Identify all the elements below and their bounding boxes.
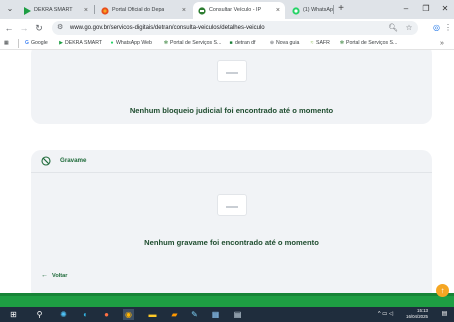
bloqueio-empty-message: Nenhum bloqueio judicial foi encontrado … [129,106,334,115]
tab-portal-oficial[interactable]: Portal Oficial do Depa × [96,2,191,19]
bookmark-google[interactable]: G Google [24,37,48,50]
bookmark-label: Nova guia [276,40,300,46]
arrow-left-icon: ← [41,272,48,279]
bookmarks-bar: ▦ G Google ▶ DEKRA SMART ● WhatsApp Web … [0,37,454,50]
gravame-section-title: Gravame [60,157,87,164]
bookmark-star-icon[interactable]: ☆ [404,23,414,33]
tab-consultar-veiculo[interactable]: Consultar Veículo - IP × [193,2,285,19]
close-icon[interactable]: × [276,2,280,19]
chrome-browser-icon[interactable]: ◉ [123,309,134,320]
bookmark-portal-servicos-1[interactable]: ✻ Portal de Serviços S... [163,37,221,50]
bookmark-label: Google [31,40,48,46]
bookmark-label: Portal de Serviços S... [170,40,222,46]
new-tab-button[interactable]: + [335,2,347,16]
veiculo-icon [198,7,206,15]
windows-start-icon[interactable]: ⊞ [8,309,19,320]
blocked-circle-icon [41,156,51,166]
network-icon[interactable]: ▭ [382,311,387,317]
address-bar[interactable]: ⚙ www.go.gov.br/servicos-digitais/detran… [52,21,418,35]
edge-browser-icon[interactable]: ◐ [80,309,91,320]
dekra-triangle-icon [24,7,31,15]
tab-label: Portal Oficial do Depa [112,7,165,13]
zoom-search-icon[interactable]: 🔍︎ [388,23,398,33]
reload-icon[interactable]: ↻ [33,22,45,34]
detran-df-icon: ■ [229,40,233,46]
tab-separator [94,5,95,14]
tab-whatsapp[interactable]: (1) WhatsApp [287,2,333,19]
safr-icon: ≈ [310,40,314,46]
app-icon[interactable]: ● [101,309,112,320]
bookmark-detran-df[interactable]: ■ detran df [228,37,255,50]
document-app-icon[interactable]: ▤ [232,309,243,320]
site-info-icon[interactable]: ⚙ [57,23,67,33]
windows-taskbar: ⊞ ⚲ ✺ ◐ ● ◉ ▬ ▰ ✎ ▦ ▤ ^ ▭ ◁ 15:13 16/04/… [0,307,454,322]
minimize-icon[interactable]: – [398,2,414,16]
bloqueio-judicial-card: Nenhum bloqueio judicial foi encontrado … [31,50,432,124]
bookmark-whatsapp-web[interactable]: ● WhatsApp Web [109,37,152,50]
volume-icon[interactable]: ◁ [389,311,393,317]
bookmark-separator [18,39,19,48]
tab-label: (1) WhatsApp [303,7,333,13]
tab-dekra-smart[interactable]: DEKRA SMART × [18,2,93,19]
back-arrow-icon[interactable]: ← [3,22,15,34]
globe-icon: ⊕ [269,40,275,46]
browser-tab-strip: ⌄ DEKRA SMART × Portal Oficial do Depa ×… [0,0,454,19]
empty-state-illustration [216,194,247,216]
voltar-link[interactable]: ← Voltar [41,271,67,281]
restore-icon[interactable]: ❐ [418,2,434,16]
notification-icon[interactable]: ▤ [440,310,449,319]
forward-arrow-icon[interactable]: → [18,22,30,34]
close-icon[interactable]: × [84,2,88,19]
portal-servicos-icon: ✻ [163,40,169,46]
detran-portal-icon [101,7,109,15]
bookmark-label: WhatsApp Web [116,40,152,46]
copilot-icon[interactable]: ✺ [58,309,69,320]
tab-label: DEKRA SMART [34,7,73,13]
bookmark-label: SAFR [316,40,330,46]
close-window-icon[interactable]: ✕ [437,2,453,16]
bookmark-safr[interactable]: ≈ SAFR [309,37,330,50]
voltar-label: Voltar [52,273,68,279]
office-app-icon[interactable]: ▰ [169,309,180,320]
close-icon[interactable]: × [182,2,186,19]
browser-toolbar: ← → ↻ ⚙ www.go.gov.br/servicos-digitais/… [0,19,454,37]
browser-menu-icon[interactable]: ⋮ [444,22,452,34]
bookmark-label: DEKRA SMART [65,40,103,46]
site-footer-band [0,293,454,307]
google-icon: G [25,40,29,46]
clock-date: 16/04/2025 [406,314,428,319]
search-icon[interactable]: ⚲ [34,309,45,320]
arrow-up-icon: ↑ [440,286,445,295]
gravame-card: Gravame Nenhum gravame foi encontrado at… [31,150,432,293]
bookmark-dekra-smart[interactable]: ▶ DEKRA SMART [58,37,102,50]
url-text[interactable]: www.go.gov.br/servicos-digitais/detran/c… [70,21,265,35]
calculator-icon[interactable]: ▦ [210,309,221,320]
taskbar-clock[interactable]: 15:13 16/04/2025 [404,308,428,320]
profile-icon[interactable]: ◎ [431,22,442,33]
page-content: Nenhum bloqueio judicial foi encontrado … [0,50,454,293]
dekra-triangle-icon: ▶ [59,40,63,46]
section-divider [31,172,432,173]
whatsapp-icon [292,7,300,15]
whatsapp-icon: ● [110,40,114,46]
scroll-to-top-button[interactable]: ↑ [436,284,449,297]
bookmark-label: Portal de Serviços S... [346,40,398,46]
tab-label: Consultar Veículo - IP [209,7,262,13]
system-tray[interactable]: ^ ▭ ◁ [378,310,393,319]
gravame-empty-message: Nenhum gravame foi encontrado até o mome… [144,238,319,247]
paint-icon[interactable]: ✎ [189,309,200,320]
file-explorer-icon[interactable]: ▬ [147,309,158,320]
portal-servicos-icon: ✻ [339,40,345,46]
bookmark-portal-servicos-2[interactable]: ✻ Portal de Serviços S... [339,37,397,50]
bookmarks-overflow-icon[interactable]: » [440,37,444,50]
tab-separator [333,5,334,14]
chevron-up-icon[interactable]: ^ [378,311,381,317]
apps-grid-icon[interactable]: ▦ [4,37,9,50]
bookmark-nova-guia[interactable]: ⊕ Nova guia [269,37,299,50]
tab-search-chevron-icon[interactable]: ⌄ [4,3,16,15]
bookmark-label: detran df [235,40,256,46]
empty-state-illustration [216,60,247,82]
